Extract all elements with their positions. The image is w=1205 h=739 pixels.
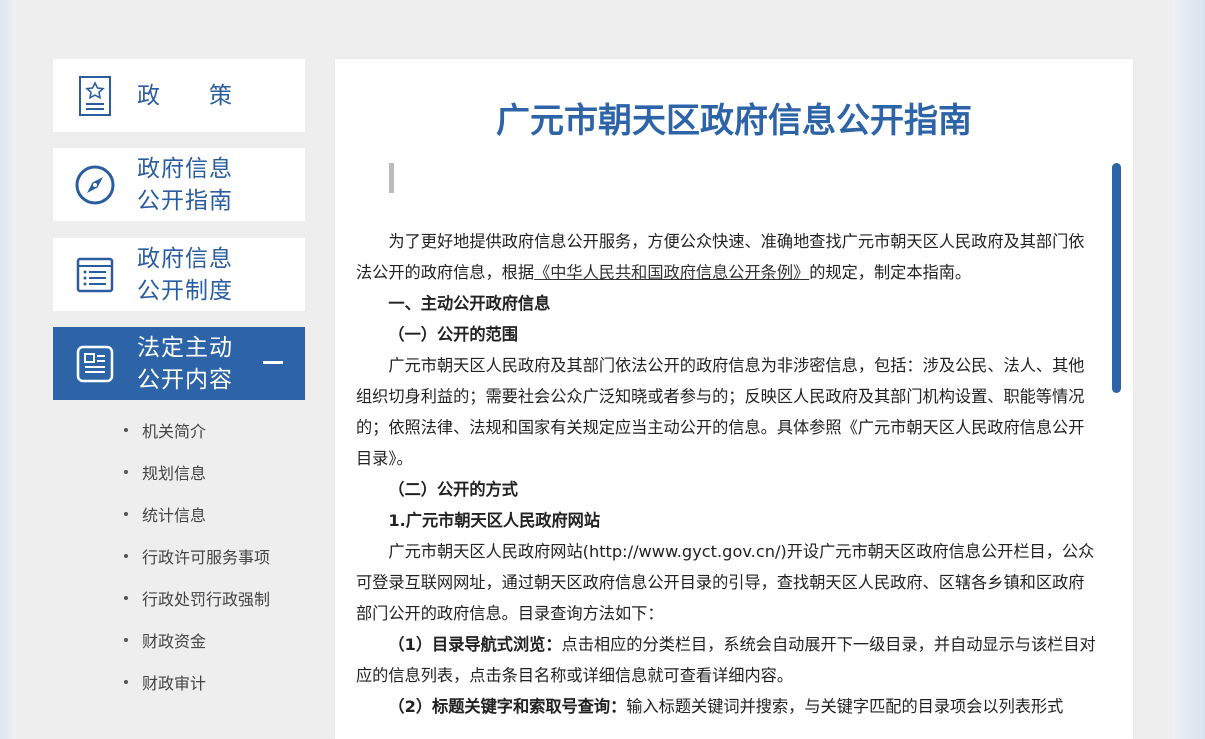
sidebar-item-content[interactable]: 法定主动 公开内容: [53, 327, 305, 400]
sidebar-item-policy[interactable]: 政 策: [53, 59, 305, 132]
sidebar-item-label: 法定主动 公开内容: [137, 334, 233, 393]
section-marker: [389, 163, 394, 193]
section-heading: 一、主动公开政府信息: [388, 294, 551, 313]
paragraph: 为了更好地提供政府信息公开服务，方便公众快速、准确地查找广元市朝天区人民政府及其…: [356, 232, 1085, 282]
paragraph: 广元市朝天区人民政府及其部门依法公开的政府信息为非涉密信息，包括：涉及公民、法人…: [356, 356, 1085, 468]
paragraph: 广元市朝天区人民政府网站(http://www.gyct.gov.cn/)开设广…: [356, 542, 1095, 623]
paragraph: （1）目录导航式浏览：点击相应的分类栏目，系统会自动展开下一级目录，并自动显示与…: [356, 635, 1096, 685]
main-content-panel: 广元市朝天区政府信息公开指南 为了更好地提供政府信息公开服务，方便公众快速、准确…: [335, 59, 1133, 739]
sidebar-sublist: 机关简介 规划信息 统计信息 行政许可服务事项 行政处罚行政强制 财政资金 财政…: [53, 409, 305, 703]
policy-document-icon: [75, 75, 115, 116]
subitem[interactable]: 财政资金: [53, 619, 305, 661]
list-document-icon: [75, 255, 115, 295]
article-body: 为了更好地提供政府信息公开服务，方便公众快速、准确地查找广元市朝天区人民政府及其…: [356, 226, 1098, 722]
subitem[interactable]: 财政审计: [53, 661, 305, 703]
subitem[interactable]: 统计信息: [53, 493, 305, 535]
sidebar-item-label: 政府信息 公开制度: [137, 245, 233, 304]
section-heading: （二）公开的方式: [388, 480, 518, 499]
subitem[interactable]: 机关简介: [53, 409, 305, 451]
regulation-link[interactable]: 《中华人民共和国政府信息公开条例》: [534, 263, 809, 282]
collapse-minus-icon[interactable]: [263, 361, 283, 364]
subitem[interactable]: 行政处罚行政强制: [53, 577, 305, 619]
content-document-icon: [75, 344, 115, 384]
section-heading: 1.广元市朝天区人民政府网站: [388, 511, 601, 530]
sidebar-item-label: 政府信息 公开指南: [137, 155, 233, 214]
paragraph: （2）标题关键字和索取号查询：输入标题关键词并搜索，与关键字匹配的目录项会以列表…: [388, 697, 1064, 716]
page-title: 广元市朝天区政府信息公开指南: [496, 101, 972, 141]
compass-icon: [75, 165, 115, 205]
sidebar-item-guide[interactable]: 政府信息 公开指南: [53, 148, 305, 221]
sidebar-item-system[interactable]: 政府信息 公开制度: [53, 238, 305, 311]
scrollbar[interactable]: [1112, 163, 1121, 393]
section-heading: （一）公开的范围: [388, 325, 518, 344]
subitem[interactable]: 行政许可服务事项: [53, 535, 305, 577]
sidebar-item-label: 政 策: [137, 82, 233, 109]
subitem[interactable]: 规划信息: [53, 451, 305, 493]
